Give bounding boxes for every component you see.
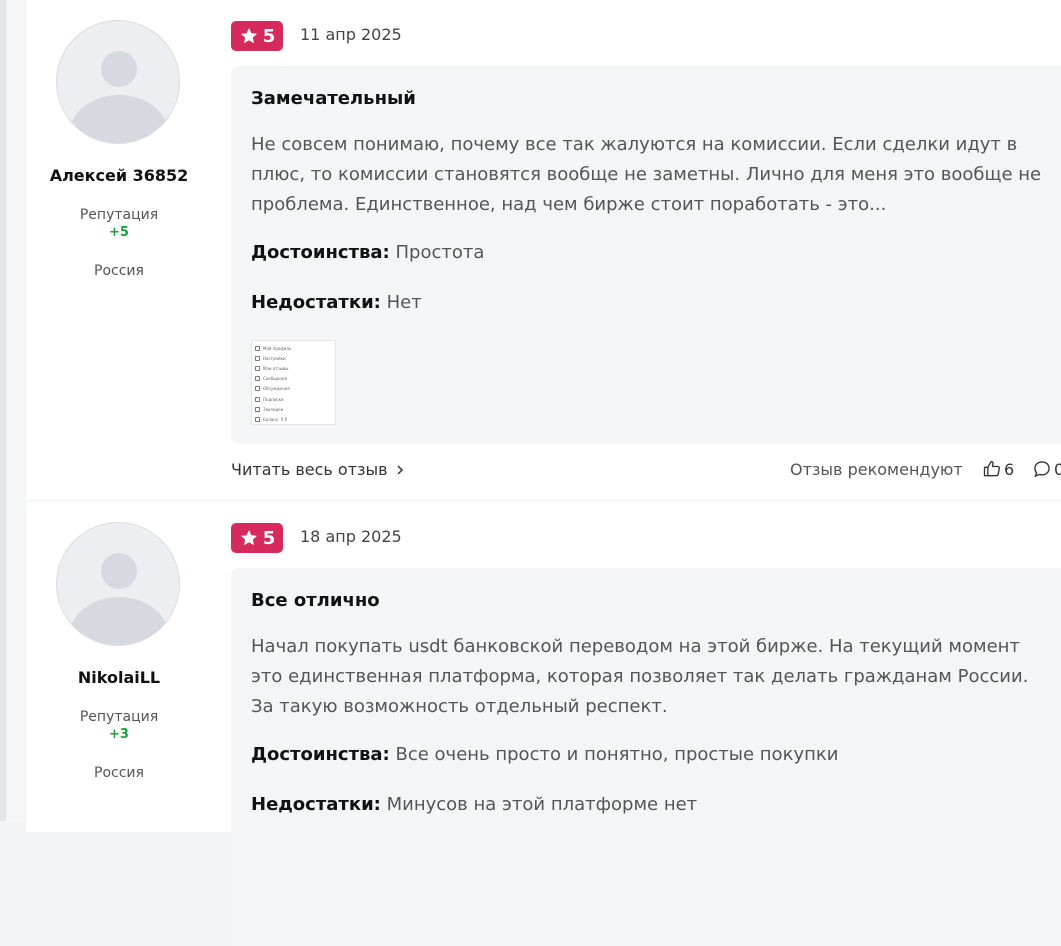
read-full-review-link[interactable]: Читать весь отзыв <box>231 460 406 479</box>
comments-button[interactable]: 0 <box>1032 459 1061 479</box>
thumb-row: Мои отзывы <box>255 363 332 373</box>
like-button[interactable]: 6 <box>982 459 1014 479</box>
review-date: 11 апр 2025 <box>300 25 402 44</box>
thumb-row: Настройки <box>255 353 332 363</box>
rating-badge: 5 <box>231 21 283 51</box>
thumb-row: Закладки <box>255 404 332 414</box>
reputation-label: Репутация <box>79 207 159 223</box>
star-icon <box>240 28 257 44</box>
avatar[interactable] <box>56 522 180 646</box>
thumbs-up-icon <box>983 460 1001 477</box>
author-name[interactable]: NikolaiLL <box>26 668 212 687</box>
chevron-right-icon <box>397 464 403 475</box>
rating-badge: 5 <box>231 523 283 553</box>
thumb-row: Обсуждения <box>255 384 332 394</box>
recommend-label: Отзыв рекомендуют <box>790 460 963 479</box>
review-cons: Недостатки: Нет <box>251 292 422 313</box>
cons-value: Минусов на этой платформе нет <box>386 794 698 815</box>
attached-image-thumbnail[interactable]: Мой профиль Настройки Мои отзывы Сообщен… <box>251 340 336 425</box>
reviews-page: Алексей 36852 Репутация +5 Россия 5 11 а… <box>6 0 1061 946</box>
like-count: 6 <box>1004 459 1015 479</box>
author-country: Россия <box>94 765 144 781</box>
cons-value: Нет <box>386 292 422 313</box>
review-date: 18 апр 2025 <box>300 527 402 546</box>
cons-label: Недостатки: <box>251 292 381 313</box>
cons-label: Недостатки: <box>251 794 381 815</box>
rating-value: 5 <box>262 527 276 549</box>
review-text: Не совсем понимаю, почему все так жалуют… <box>251 134 1042 215</box>
pros-value: Простота <box>395 242 485 263</box>
review-body: Все отлично Начал покупать usdt банковск… <box>231 568 1061 946</box>
review-title: Все отлично <box>251 590 380 611</box>
review-pros: Достоинства: Все очень просто и понятно,… <box>251 744 838 765</box>
thumb-row: Баланс: 0 ₽ <box>255 414 332 424</box>
pros-label: Достоинства: <box>251 744 390 765</box>
pros-value: Все очень просто и понятно, простые поку… <box>395 744 839 765</box>
avatar[interactable] <box>56 20 180 144</box>
review-card: Алексей 36852 Репутация +5 Россия 5 11 а… <box>26 0 1061 499</box>
rating-value: 5 <box>262 25 276 47</box>
thumb-row: Сообщения <box>255 374 332 384</box>
comment-icon <box>1034 461 1050 478</box>
author-name[interactable]: Алексей 36852 <box>26 166 212 185</box>
reputation-value: +3 <box>109 727 129 742</box>
review-text: Начал покупать usdt банковской переводом… <box>251 636 1029 717</box>
author-country: Россия <box>94 263 144 279</box>
review-pros: Достоинства: Простота <box>251 242 484 263</box>
review-card: NikolaiLL Репутация +3 Россия 5 18 апр 2… <box>26 502 1061 946</box>
thumb-row: Мой профиль <box>255 343 332 353</box>
pros-label: Достоинства: <box>251 242 390 263</box>
review-cons: Недостатки: Минусов на этой платформе не… <box>251 794 697 815</box>
thumb-row: Подписки <box>255 394 332 404</box>
reputation-value: +5 <box>109 225 129 240</box>
comment-count: 0 <box>1054 459 1061 479</box>
review-body: Замечательный Не совсем понимаю, почему … <box>231 66 1061 444</box>
reputation-label: Репутация <box>79 709 159 725</box>
read-more-label: Читать весь отзыв <box>231 460 388 479</box>
star-icon <box>240 530 257 546</box>
review-title: Замечательный <box>251 88 416 109</box>
